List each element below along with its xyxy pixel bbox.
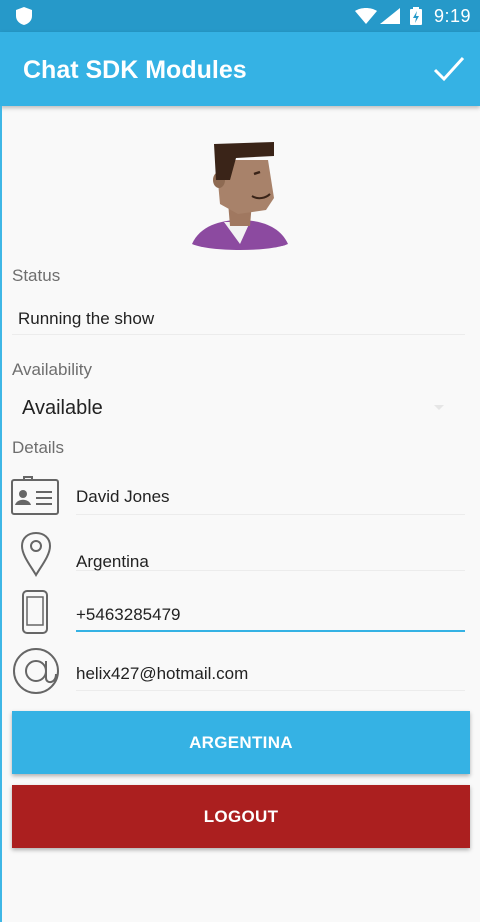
availability-label: Availability [12, 360, 93, 379]
status-bar: 9:19 [0, 0, 480, 32]
phone-icon [22, 590, 48, 634]
detail-row-name: David Jones [0, 474, 480, 532]
logout-button[interactable]: LOGOUT [12, 785, 470, 848]
wifi-icon [355, 8, 377, 24]
status-value: Running the show [18, 309, 155, 328]
app-title: Chat SDK Modules [23, 56, 247, 84]
battery-charging-icon [410, 7, 422, 25]
phone-input[interactable]: +5463285479 [76, 588, 465, 632]
detail-row-location: Argentina [0, 530, 480, 588]
shield-icon [16, 7, 32, 25]
email-value: helix427@hotmail.com [76, 664, 249, 683]
signal-icon [380, 8, 400, 24]
location-pin-icon [20, 531, 52, 577]
status-input[interactable]: Running the show [12, 300, 465, 335]
clock: 9:19 [434, 6, 472, 26]
details-label: Details [12, 438, 64, 457]
name-value: David Jones [76, 487, 170, 506]
country-button[interactable]: ARGENTINA [12, 711, 470, 774]
location-input[interactable]: Argentina [76, 530, 465, 571]
location-value: Argentina [76, 552, 149, 571]
name-input[interactable]: David Jones [76, 474, 465, 515]
app-bar: Chat SDK Modules [0, 32, 480, 106]
detail-row-phone: +5463285479 [0, 588, 480, 646]
dropdown-arrow-icon[interactable] [434, 405, 444, 410]
avatar[interactable] [190, 140, 290, 252]
at-sign-icon [13, 648, 59, 694]
id-card-icon [11, 476, 59, 515]
availability-select[interactable]: Available [22, 397, 103, 420]
email-input[interactable]: helix427@hotmail.com [76, 646, 465, 691]
phone-value: +5463285479 [76, 605, 181, 624]
check-icon[interactable] [432, 52, 466, 86]
status-label: Status [12, 266, 61, 285]
detail-row-email: helix427@hotmail.com [0, 646, 480, 704]
